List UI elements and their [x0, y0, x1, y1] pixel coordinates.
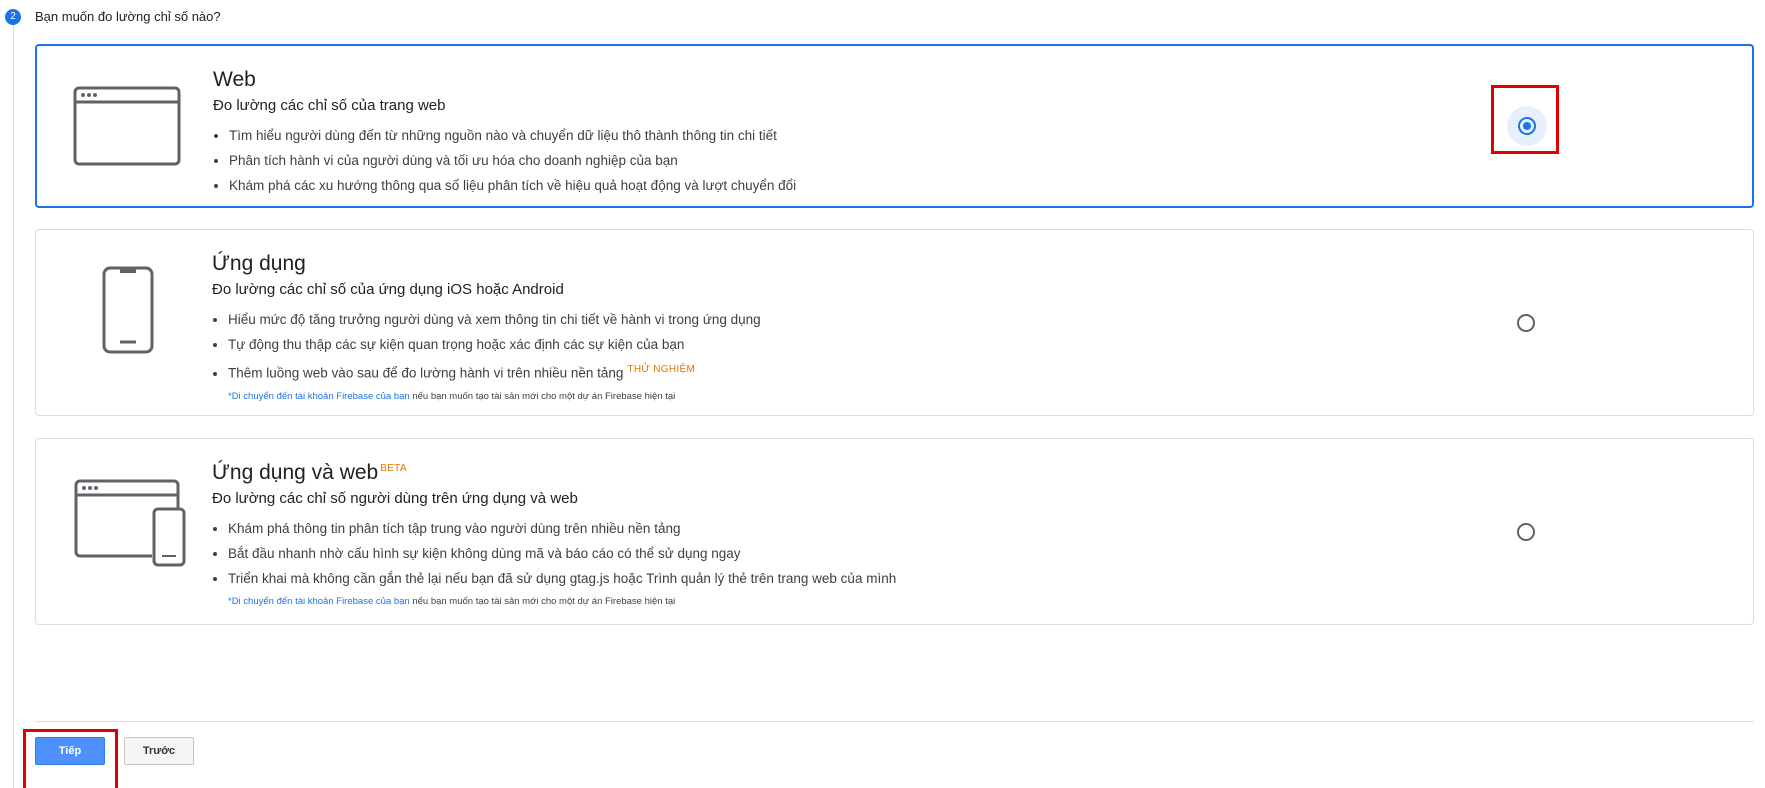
- firebase-note-text: nếu bạn muốn tạo tài sản mới cho một dự …: [409, 390, 676, 402]
- firebase-account-link[interactable]: *Di chuyển đến tài khoản Firebase của bạ…: [228, 596, 410, 607]
- step-number-badge: 2: [5, 9, 21, 25]
- firebase-note-text: nếu bạn muốn tạo tài sản mới cho một dự …: [409, 596, 676, 607]
- option-subtitle: Đo lường các chỉ số của ứng dụng iOS hoặ…: [212, 281, 564, 298]
- radio-circle[interactable]: [1517, 523, 1535, 541]
- option-title: Web: [213, 68, 256, 91]
- list-item: Tự động thu thập các sự kiện quan trọng …: [228, 337, 761, 353]
- radio-app[interactable]: [1506, 303, 1546, 343]
- firebase-note: *Di chuyển đến tài khoản Firebase của bạ…: [228, 596, 896, 607]
- step-connector-line: [13, 22, 14, 788]
- list-item: Khám phá các xu hướng thông qua số liệu …: [229, 178, 796, 194]
- option-card-app[interactable]: Ứng dụng Đo lường các chỉ số của ứng dụn…: [35, 229, 1754, 416]
- list-item-text: Thêm luồng web vào sau để đo lường hành …: [228, 365, 624, 381]
- option-subtitle: Đo lường các chỉ số người dùng trên ứng …: [212, 490, 578, 507]
- radio-app-and-web[interactable]: [1506, 512, 1546, 552]
- mobile-phone-icon: [102, 266, 154, 359]
- beta-tag: BETA: [380, 463, 407, 474]
- browser-and-phone-icon: [74, 479, 186, 572]
- highlight-box-radio-web: [1491, 85, 1559, 154]
- list-item: Hiểu mức độ tăng trưởng người dùng và xe…: [228, 312, 761, 328]
- option-bullet-list: Khám phá thông tin phân tích tập trung v…: [212, 521, 896, 587]
- list-item: Tìm hiểu người dùng đến từ những nguồn n…: [229, 128, 796, 144]
- list-item: Khám phá thông tin phân tích tập trung v…: [228, 521, 896, 537]
- list-item: Bắt đầu nhanh nhờ cấu hình sự kiện không…: [228, 546, 896, 562]
- list-item: Thêm luồng web vào sau để đo lường hành …: [228, 362, 761, 382]
- step-title: Bạn muốn đo lường chỉ số nào?: [35, 9, 221, 24]
- radio-circle[interactable]: [1517, 314, 1535, 332]
- option-card-app-and-web[interactable]: Ứng dụng và web BETA Đo lường các chỉ số …: [35, 438, 1754, 625]
- option-title: Ứng dụng và web BETA: [212, 461, 896, 485]
- footer-divider: [35, 721, 1754, 722]
- option-title-text: Ứng dụng và web: [212, 461, 379, 484]
- option-bullet-list: Hiểu mức độ tăng trưởng người dùng và xe…: [212, 312, 761, 382]
- list-item: Phân tích hành vi của người dùng và tối …: [229, 153, 796, 169]
- option-title: Ứng dụng: [212, 252, 306, 275]
- firebase-note: *Di chuyển đến tài khoản Firebase của bạ…: [228, 391, 761, 402]
- option-bullet-list: Tìm hiểu người dùng đến từ những nguồn n…: [213, 128, 796, 194]
- option-subtitle: Đo lường các chỉ số của trang web: [213, 97, 446, 114]
- firebase-account-link[interactable]: *Di chuyển đến tài khoản Firebase của bạ…: [228, 391, 410, 402]
- previous-button[interactable]: Trước: [124, 737, 194, 765]
- browser-window-icon: [73, 86, 181, 171]
- highlight-box-next-button: [23, 729, 118, 788]
- experimental-tag: THỬ NGHIỆM: [627, 364, 696, 375]
- list-item: Triển khai mà không cần gắn thẻ lại nếu …: [228, 571, 896, 587]
